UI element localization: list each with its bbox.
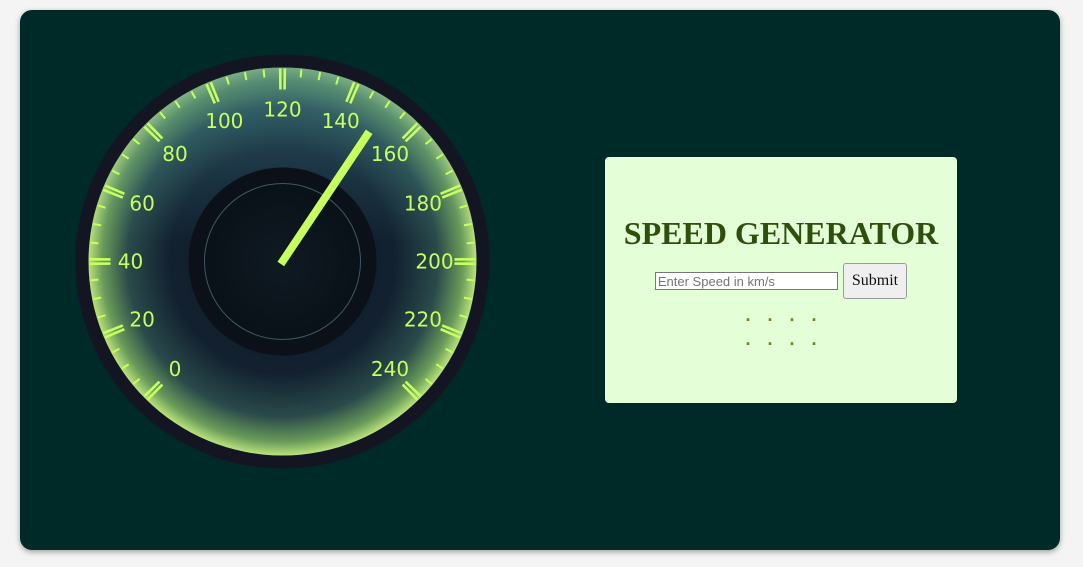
dial-label: 200 (415, 250, 453, 274)
dial-label: 140 (322, 109, 360, 133)
minor-tick (466, 278, 475, 282)
minor-tick (90, 241, 99, 245)
dial-label: 220 (404, 308, 442, 332)
speed-generator-panel: SPEED GENERATOR Submit . . . . . . . . (605, 157, 957, 403)
minor-tick (262, 69, 266, 78)
panel-title: SPEED GENERATOR (623, 215, 939, 251)
minor-tick (299, 69, 303, 78)
dial-label: 20 (129, 308, 154, 332)
minor-tick (90, 278, 99, 282)
speedometer-gauge: 0 20 40 60 80 100 120 140 160 180 200 220 240 (75, 54, 490, 469)
output-line-1: . . . . (745, 305, 823, 325)
app-card: 0 20 40 60 80 100 120 140 160 180 200 220 240 SPEED … (20, 10, 1060, 550)
speedometer-dial: 0 20 40 60 80 100 120 140 160 180 200 220 240 (75, 54, 490, 469)
dial-label: 160 (371, 142, 409, 166)
dial-label: 180 (404, 191, 442, 215)
speed-form: Submit (605, 263, 957, 299)
dial-label: 80 (162, 142, 187, 166)
submit-button[interactable]: Submit (842, 263, 908, 299)
dial-label: 40 (118, 250, 143, 274)
minor-tick (466, 241, 475, 245)
dial-label: 240 (371, 357, 409, 381)
dial-label: 120 (263, 98, 301, 122)
speed-input[interactable] (654, 272, 838, 290)
output-line-2: . . . . (745, 329, 823, 349)
dial-label: 60 (129, 191, 154, 215)
dial-label: 0 (169, 357, 182, 381)
dial-label: 100 (205, 109, 243, 133)
